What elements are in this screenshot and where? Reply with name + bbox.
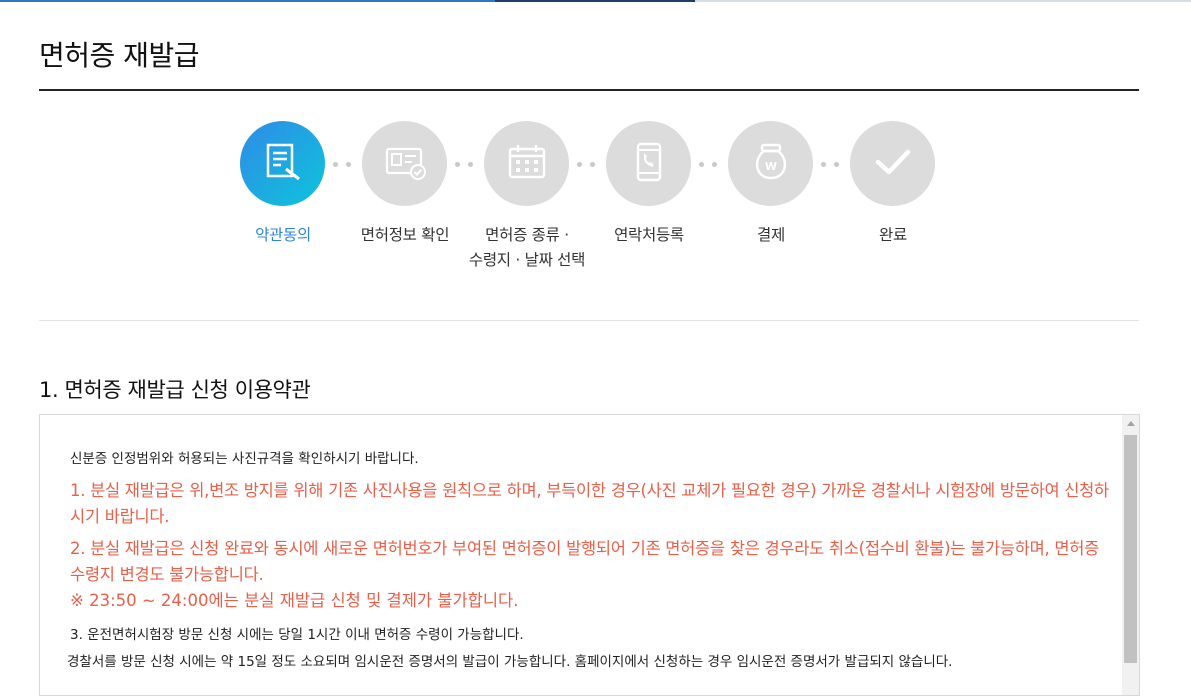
scroll-thumb[interactable] <box>1124 435 1137 663</box>
terms-item-2-note: ※ 23:50 ~ 24:00에는 분실 재발급 신청 및 결제가 불가합니다. <box>70 591 519 610</box>
progress-steps: 약관동의 면허정보 확인 면허증 종류 · 수령지 · 날짜 선택 연락처등록 … <box>0 0 1191 300</box>
terms-scrollbar[interactable] <box>1122 415 1139 695</box>
step-label-license-info: 면허정보 확인 <box>360 226 450 244</box>
step-label-line: 면허증 종류 · <box>485 226 569 244</box>
step-label-terms: 약관동의 <box>255 226 311 244</box>
step-label-payment: 결제 <box>757 226 785 244</box>
step-label-line: 수령지 · 날짜 선택 <box>468 251 586 269</box>
step-circle <box>484 121 569 206</box>
won-bag-icon: W <box>750 141 792 187</box>
step-circle <box>606 121 691 206</box>
step-circle <box>850 121 935 206</box>
terms-item-3-extra: 경찰서를 방문 신청 시에는 약 15일 정도 소요되며 임시운전 증명서의 발… <box>67 654 953 670</box>
scroll-up-arrow-icon[interactable] <box>1127 421 1135 426</box>
document-edit-icon <box>262 141 304 187</box>
terms-content: 신분증 인정범위와 허용되는 사진규격을 확인하시기 바랍니다. 1. 분실 재… <box>67 449 1110 676</box>
step-circle: W <box>728 121 813 206</box>
step-circle-active <box>240 121 325 206</box>
step-connector <box>699 162 727 168</box>
terms-intro-text: 신분증 인정범위와 허용되는 사진규격을 확인하시기 바랍니다. <box>70 451 419 467</box>
terms-item-1: 1. 분실 재발급은 위,변조 방지를 위해 기존 사진사용을 원칙으로 하며,… <box>70 481 1109 526</box>
terms-item-3: 3. 운전면허시험장 방문 신청 시에는 당일 1시간 이내 면허증 수령이 가… <box>70 627 524 643</box>
svg-text:W: W <box>764 160 776 173</box>
section-divider <box>39 320 1139 321</box>
terms-item-2: 2. 분실 재발급은 신청 완료와 동시에 새로운 면허번호가 부여된 면허증이… <box>70 539 1100 584</box>
step-label-type-location-date: 면허증 종류 · 수령지 · 날짜 선택 <box>462 223 592 273</box>
calendar-icon <box>506 141 548 187</box>
phone-icon <box>628 141 670 187</box>
section-title: 1. 면허증 재발급 신청 이용약관 <box>39 378 311 402</box>
license-card-icon <box>384 141 426 187</box>
terms-scroll-box[interactable]: 신분증 인정범위와 허용되는 사진규격을 확인하시기 바랍니다. 1. 분실 재… <box>39 414 1140 696</box>
step-connector <box>333 162 361 168</box>
step-connector <box>455 162 483 168</box>
step-label-contact: 연락처등록 <box>614 226 684 244</box>
step-connector <box>577 162 605 168</box>
step-connector <box>821 162 849 168</box>
step-label-complete: 완료 <box>879 226 907 244</box>
step-circle <box>362 121 447 206</box>
checkmark-icon <box>872 141 914 187</box>
